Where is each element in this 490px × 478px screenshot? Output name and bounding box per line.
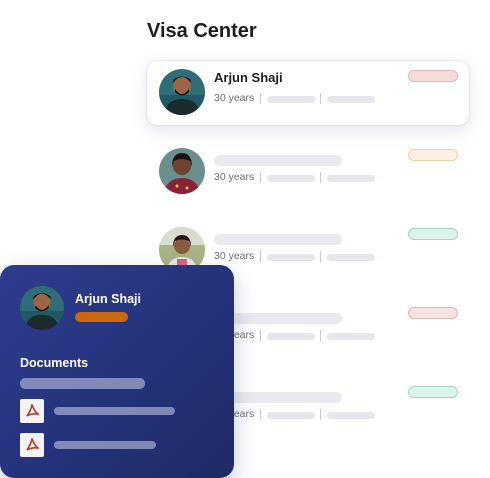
avatar bbox=[20, 286, 64, 330]
avatar bbox=[159, 148, 205, 194]
divider bbox=[320, 172, 321, 183]
list-item[interactable]: 30 years bbox=[147, 140, 469, 204]
divider bbox=[320, 330, 321, 341]
detail-placeholder bbox=[327, 96, 375, 103]
divider bbox=[260, 93, 261, 104]
status-badge bbox=[408, 70, 458, 82]
documents-heading: Documents bbox=[20, 356, 89, 370]
status-badge bbox=[408, 228, 458, 240]
divider bbox=[320, 93, 321, 104]
status-badge bbox=[408, 307, 458, 319]
status-badge bbox=[408, 386, 458, 398]
applicant-name: Arjun Shaji bbox=[214, 70, 283, 85]
name-placeholder bbox=[214, 155, 342, 166]
document-name-placeholder bbox=[54, 441, 156, 449]
detail-placeholder bbox=[267, 96, 315, 103]
applicant-age: 30 years bbox=[214, 171, 255, 183]
applicant-age: 30 years bbox=[214, 92, 255, 104]
divider bbox=[260, 409, 261, 420]
detail-placeholder bbox=[267, 254, 315, 261]
page-title: Visa Center bbox=[147, 20, 257, 42]
list-item[interactable]: Arjun Shaji 30 years bbox=[147, 61, 469, 125]
divider bbox=[260, 330, 261, 341]
detail-placeholder bbox=[327, 333, 375, 340]
name-placeholder bbox=[214, 234, 342, 245]
pdf-icon[interactable] bbox=[20, 399, 44, 423]
divider bbox=[320, 251, 321, 262]
document-placeholder bbox=[20, 378, 145, 389]
document-name-placeholder bbox=[54, 407, 175, 415]
pdf-icon[interactable] bbox=[20, 433, 44, 457]
detail-placeholder bbox=[267, 333, 315, 340]
applicant-age: 30 years bbox=[214, 250, 255, 262]
divider bbox=[260, 251, 261, 262]
detail-placeholder bbox=[267, 412, 315, 419]
card-applicant-name: Arjun Shaji bbox=[75, 292, 141, 306]
status-tag bbox=[75, 312, 128, 322]
avatar bbox=[159, 69, 205, 115]
status-badge bbox=[408, 149, 458, 161]
detail-placeholder bbox=[327, 175, 375, 182]
detail-placeholder bbox=[327, 254, 375, 261]
divider bbox=[320, 409, 321, 420]
divider bbox=[260, 172, 261, 183]
applicant-detail-card[interactable]: Arjun Shaji Documents bbox=[0, 265, 234, 478]
detail-placeholder bbox=[267, 175, 315, 182]
detail-placeholder bbox=[327, 412, 375, 419]
